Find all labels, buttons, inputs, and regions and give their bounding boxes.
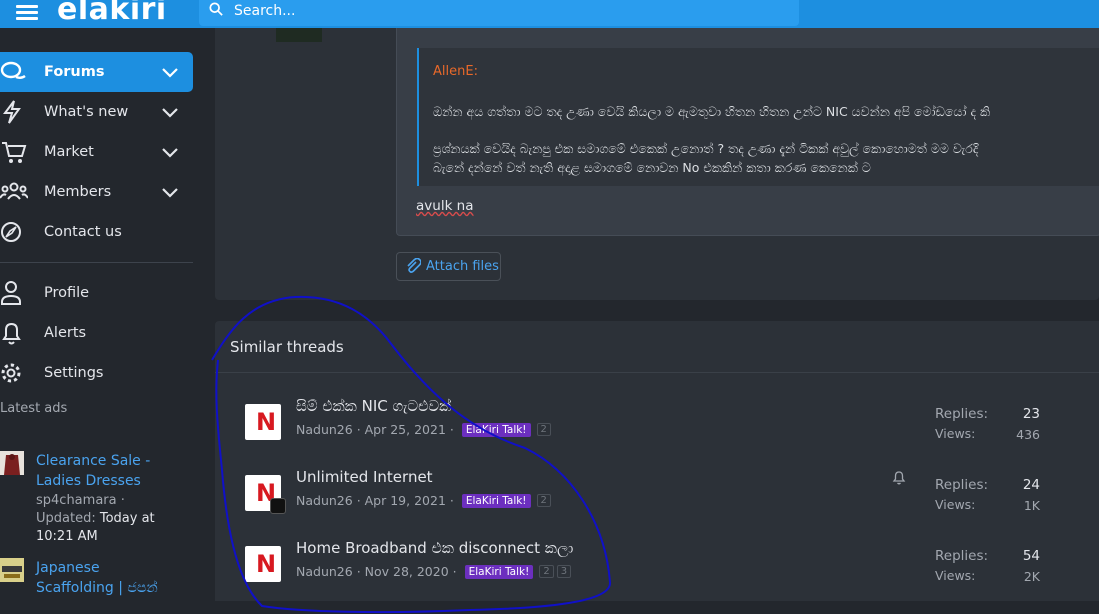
attach-files-label: Attach files bbox=[426, 259, 499, 274]
sidebar-item-label: Members bbox=[44, 184, 112, 200]
sidebar-item-whats-new[interactable]: What's new bbox=[0, 92, 193, 132]
thread-page-link[interactable]: 2 bbox=[536, 494, 551, 507]
sidebar-item-market[interactable]: Market bbox=[0, 132, 193, 172]
sidebar-divider bbox=[0, 262, 193, 263]
latest-ads-heading: Latest ads bbox=[0, 401, 68, 416]
paperclip-icon bbox=[407, 258, 421, 273]
forum-badge[interactable]: ElaKiri Talk! bbox=[461, 493, 531, 508]
thread-avatar[interactable]: N bbox=[245, 546, 281, 582]
attach-files-button[interactable]: Attach files bbox=[396, 252, 501, 281]
thread-author[interactable]: Nadun26 bbox=[296, 422, 353, 437]
bell-icon bbox=[2, 322, 21, 345]
sidebar-item-profile[interactable]: Profile bbox=[0, 273, 193, 313]
sidebar-item-forums[interactable]: Forums bbox=[0, 52, 193, 92]
compass-icon bbox=[1, 222, 21, 242]
thread-last-poster-avatar[interactable] bbox=[270, 498, 286, 514]
sidebar-item-label: Market bbox=[44, 144, 94, 160]
views-count: 2K bbox=[1023, 569, 1040, 584]
netflix-n-logo: N bbox=[256, 408, 277, 436]
thread-title[interactable]: Home Broadband එක disconnect කලා bbox=[296, 539, 573, 557]
user-icon bbox=[1, 281, 21, 305]
search-input[interactable]: Search... bbox=[199, 0, 799, 26]
ad-updated: Updated: Today at bbox=[36, 509, 186, 528]
replies-label: Replies: bbox=[935, 548, 989, 564]
views-label: Views: bbox=[935, 426, 976, 441]
quote-text-line: ප්‍රශ්නයක් වෙයිද බැනපු එක සමාගමේ එකෙක් උ… bbox=[433, 141, 979, 156]
views-label: Views: bbox=[935, 497, 976, 512]
bolt-icon bbox=[3, 100, 21, 124]
chat-bubbles-icon bbox=[0, 61, 26, 79]
sidebar-item-label: Alerts bbox=[44, 325, 87, 341]
chevron-down-icon[interactable] bbox=[160, 102, 180, 122]
sidebar-item-contact-us[interactable]: Contact us bbox=[0, 212, 193, 252]
thread-avatar[interactable]: N bbox=[245, 404, 281, 440]
ad-thumbnail[interactable] bbox=[0, 451, 24, 475]
thread-meta: Nadun26 · Nov 28, 2020 · ElaKiri Talk! 2… bbox=[296, 564, 572, 579]
thread-date[interactable]: · Nov 28, 2020 · bbox=[357, 564, 457, 579]
cart-icon bbox=[2, 142, 27, 163]
views-label: Views: bbox=[935, 568, 976, 583]
hamburger-menu-icon[interactable] bbox=[16, 2, 38, 22]
replies-label: Replies: bbox=[935, 406, 989, 422]
gear-icon bbox=[1, 363, 21, 383]
watched-bell-icon bbox=[892, 471, 906, 485]
sidebar-item-alerts[interactable]: Alerts bbox=[0, 313, 193, 353]
thread-page-link[interactable]: 2 bbox=[536, 423, 551, 436]
thread-row[interactable]: N Home Broadband එක disconnect කලා Nadun… bbox=[230, 531, 1099, 593]
ad-title-line1[interactable]: Japanese bbox=[36, 558, 186, 578]
sidebar-item-label: Settings bbox=[44, 365, 104, 381]
thread-date[interactable]: · Apr 19, 2021 · bbox=[357, 493, 454, 508]
ad-title-line2[interactable]: Scaffolding | ජපන් bbox=[36, 578, 186, 598]
sidebar-item-label: What's new bbox=[44, 104, 129, 120]
thread-date[interactable]: · Apr 25, 2021 · bbox=[357, 422, 454, 437]
sidebar-item-label: Forums bbox=[44, 64, 105, 80]
reply-text[interactable]: avulk na bbox=[416, 198, 474, 214]
quote-text-line: බැනේ දන්නේ වත් නැති අදාළ සමාගමේ නොවන No … bbox=[433, 160, 871, 175]
forum-badge[interactable]: ElaKiri Talk! bbox=[464, 564, 534, 579]
post-user-avatar[interactable] bbox=[276, 28, 322, 42]
thread-title[interactable]: සිම් එක්ක NIC ගැටළුවක් bbox=[296, 397, 451, 415]
ad-updated-label: Updated: bbox=[36, 511, 96, 526]
similar-threads-divider bbox=[215, 372, 1099, 373]
thread-row[interactable]: N සිම් එක්ක NIC ගැටළුවක් Nadun26 · Apr 2… bbox=[230, 389, 1099, 451]
quote-text-line: ඔන්න අය ගත්තා මට තද උණා වෙයි කියලා ම ඇමත… bbox=[433, 104, 991, 119]
thread-title[interactable]: Unlimited Internet bbox=[296, 468, 433, 486]
forum-badge[interactable]: ElaKiri Talk! bbox=[461, 422, 531, 437]
sidebar-item-settings[interactable]: Settings bbox=[0, 353, 193, 393]
replies-count: 23 bbox=[1022, 406, 1040, 422]
netflix-n-logo: N bbox=[256, 550, 277, 578]
search-icon bbox=[209, 2, 223, 16]
top-bar: elakiri Search... bbox=[0, 0, 1099, 28]
thread-page-link[interactable]: 2 bbox=[539, 565, 554, 578]
sidebar-item-members[interactable]: Members bbox=[0, 172, 193, 212]
thread-author[interactable]: Nadun26 bbox=[296, 493, 353, 508]
thread-meta: Nadun26 · Apr 19, 2021 · ElaKiri Talk! 2 bbox=[296, 493, 551, 508]
ad-title-line1[interactable]: Clearance Sale - bbox=[36, 451, 186, 471]
ad-updated-when: Today at bbox=[99, 511, 155, 526]
thread-row[interactable]: N Unlimited Internet Nadun26 · Apr 19, 2… bbox=[230, 460, 1099, 522]
thread-author[interactable]: Nadun26 bbox=[296, 564, 353, 579]
views-count: 1K bbox=[1023, 498, 1040, 513]
quote-author[interactable]: AllenE: bbox=[433, 64, 478, 79]
thread-page-link[interactable]: 3 bbox=[556, 565, 572, 578]
ad-author[interactable]: sp4chamara · bbox=[36, 491, 186, 510]
search-placeholder: Search... bbox=[234, 3, 296, 19]
chevron-down-icon[interactable] bbox=[160, 62, 180, 82]
ad-updated-time: 10:21 AM bbox=[36, 529, 98, 544]
sidebar-item-label: Profile bbox=[44, 285, 90, 301]
replies-count: 24 bbox=[1022, 477, 1040, 493]
sidebar-item-label: Contact us bbox=[44, 224, 122, 240]
users-icon bbox=[0, 182, 28, 200]
replies-count: 54 bbox=[1022, 548, 1040, 564]
thread-meta: Nadun26 · Apr 25, 2021 · ElaKiri Talk! 2 bbox=[296, 422, 551, 437]
ad-title-line2[interactable]: Ladies Dresses bbox=[36, 471, 186, 491]
replies-label: Replies: bbox=[935, 477, 989, 493]
views-count: 436 bbox=[1016, 427, 1040, 442]
chevron-down-icon[interactable] bbox=[160, 142, 180, 162]
similar-threads-title: Similar threads bbox=[230, 338, 344, 356]
chevron-down-icon[interactable] bbox=[160, 182, 180, 202]
ad-thumbnail[interactable] bbox=[0, 558, 24, 582]
site-logo[interactable]: elakiri bbox=[57, 0, 167, 27]
